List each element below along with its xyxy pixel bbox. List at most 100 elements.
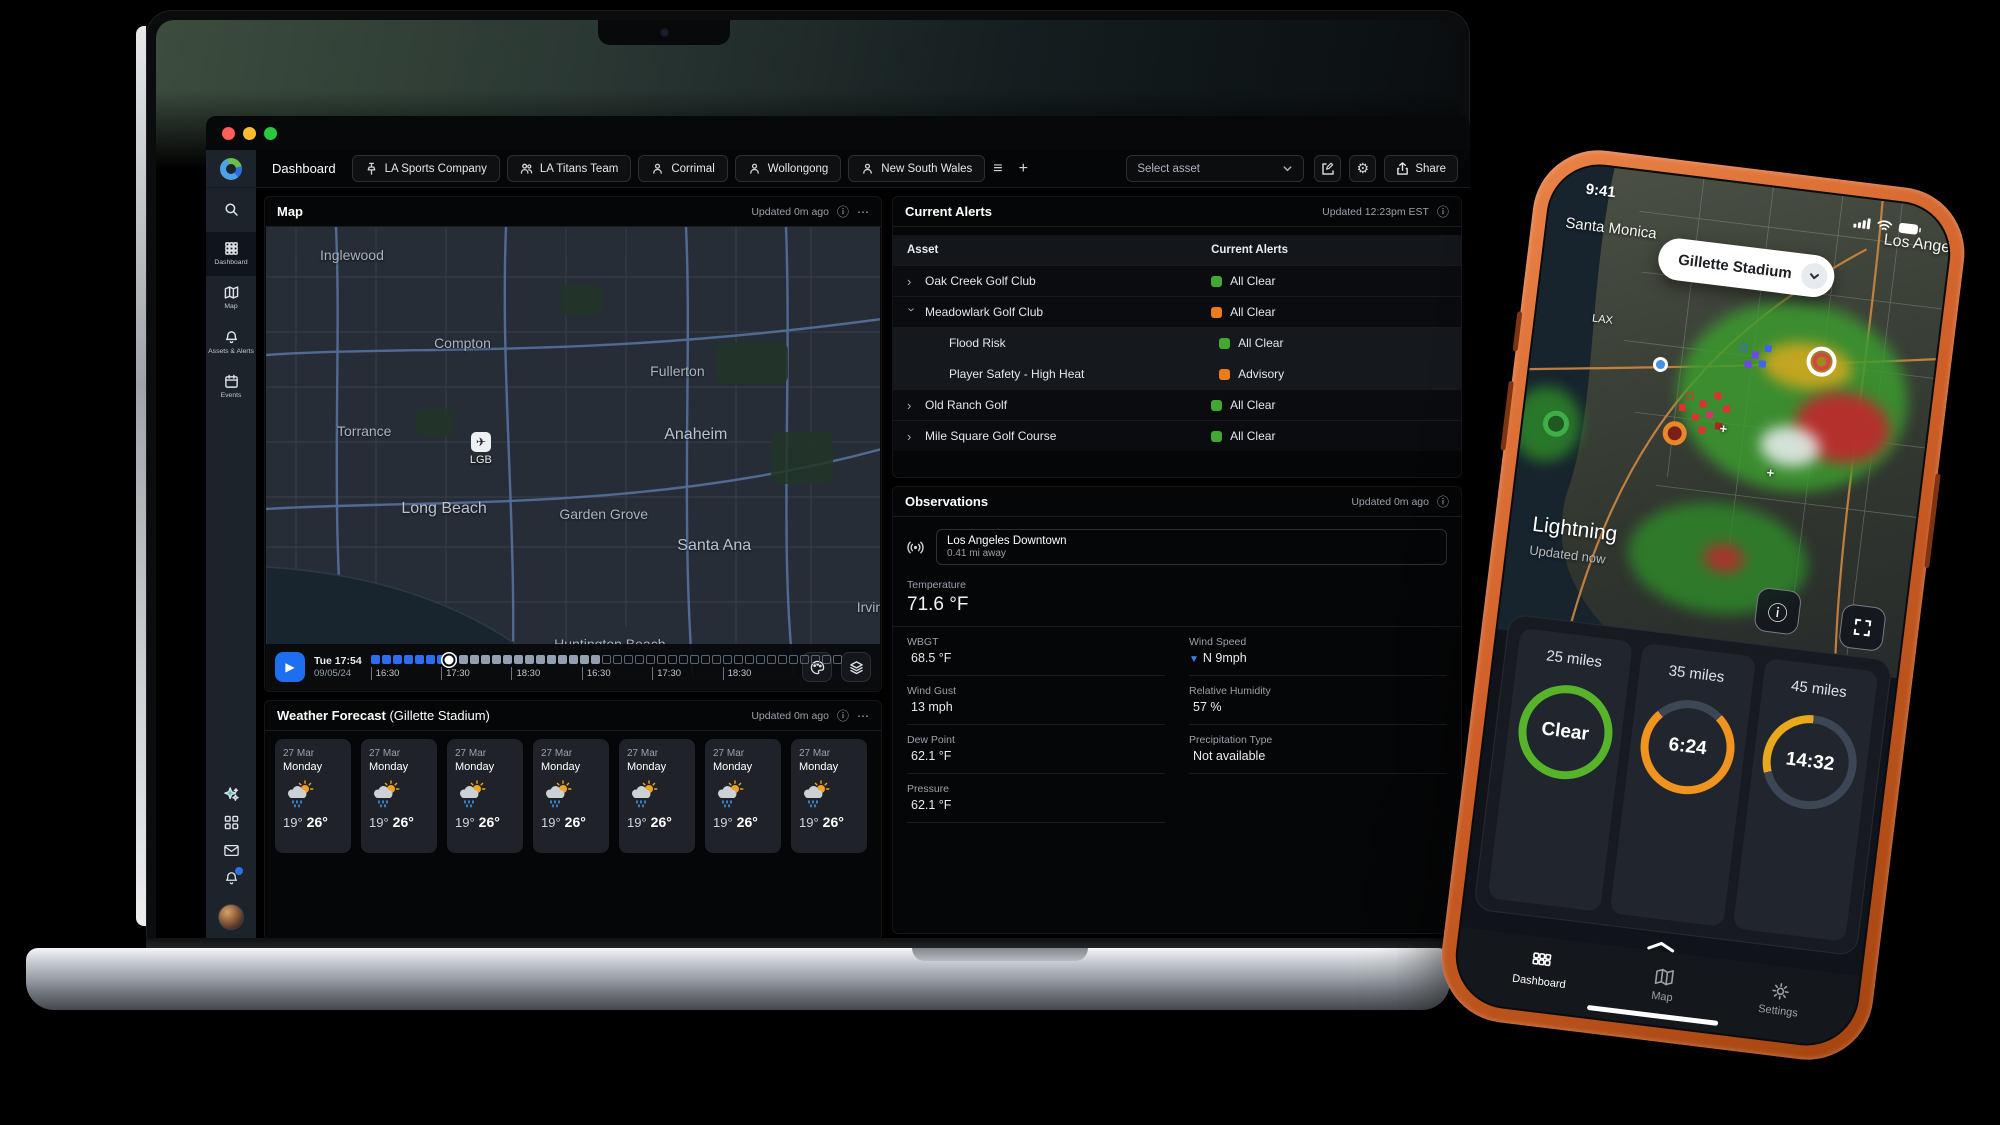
panel-menu-icon[interactable]: ⋯: [857, 709, 869, 723]
sidebar-item[interactable]: Events: [206, 365, 256, 409]
tab-overflow-menu-icon[interactable]: ≡: [985, 160, 1010, 178]
timeline-segment[interactable]: [547, 655, 556, 664]
timeline-segment[interactable]: [833, 655, 842, 664]
timeline-segment[interactable]: [657, 655, 666, 664]
minimize-window-button[interactable]: [243, 127, 256, 140]
alert-table-row[interactable]: › Mile Square Golf Course All Clear: [893, 420, 1461, 451]
mail-icon[interactable]: [224, 843, 239, 858]
sidebar-item[interactable]: Map: [206, 276, 256, 320]
timeline-segment[interactable]: [558, 655, 567, 664]
timeline-segment[interactable]: [426, 655, 435, 664]
info-icon[interactable]: ⓘ: [837, 203, 849, 220]
sidebar-item[interactable]: Assets & Alerts: [206, 321, 256, 365]
timeline-segment[interactable]: [415, 655, 424, 664]
timeline-segment[interactable]: [514, 655, 523, 664]
app-logo[interactable]: [206, 150, 256, 187]
forecast-day-card[interactable]: 27 Mar Monday: [361, 739, 437, 853]
sparkles-ai-icon[interactable]: [224, 787, 239, 802]
timeline-segment[interactable]: [679, 655, 688, 664]
timeline-segment[interactable]: [602, 655, 611, 664]
fullscreen-button[interactable]: [1838, 603, 1887, 652]
phone-nav-item[interactable]: Map: [1651, 966, 1677, 1004]
timeline-segment[interactable]: [371, 655, 380, 664]
forecast-day-card[interactable]: 27 Mar Monday: [619, 739, 695, 853]
edit-dashboard-button[interactable]: [1314, 155, 1341, 182]
alert-table-row[interactable]: › Old Ranch Golf All Clear: [893, 389, 1461, 420]
timeline-segment[interactable]: [503, 655, 512, 664]
user-avatar[interactable]: [218, 904, 244, 930]
timeline-play-button[interactable]: ▶: [275, 652, 305, 682]
timeline-segment[interactable]: [756, 655, 765, 664]
map-layers-button[interactable]: [841, 652, 871, 682]
asset-tab[interactable]: New South Wales: [848, 155, 985, 182]
lightning-range-card[interactable]: 45 miles 14:32: [1733, 658, 1879, 942]
timeline-segment[interactable]: [668, 655, 677, 664]
info-icon[interactable]: ⓘ: [1437, 203, 1449, 220]
timeline-position-marker[interactable]: [443, 653, 456, 666]
timeline-segment[interactable]: [734, 655, 743, 664]
panel-menu-icon[interactable]: ⋯: [857, 205, 869, 219]
alert-table-row[interactable]: › Player Safety - High Heat Advisory: [893, 358, 1461, 389]
forecast-day-card[interactable]: 27 Mar Monday: [275, 739, 351, 853]
lightning-range-card[interactable]: 25 miles Clear: [1488, 628, 1634, 912]
alert-table-row[interactable]: › Oak Creek Golf Club All Clear: [893, 265, 1461, 296]
row-expand-chevron-icon[interactable]: ›: [907, 274, 917, 289]
alert-table-row[interactable]: › Meadowlark Golf Club All Clear: [893, 296, 1461, 327]
timeline-segment[interactable]: [701, 655, 710, 664]
timeline-segment[interactable]: [525, 655, 534, 664]
zoom-window-button[interactable]: [264, 127, 277, 140]
settings-button[interactable]: ⚙: [1349, 155, 1376, 182]
timeline-segment[interactable]: [459, 655, 468, 664]
row-expand-chevron-icon[interactable]: ›: [907, 398, 917, 413]
share-button[interactable]: Share: [1384, 155, 1458, 182]
info-icon[interactable]: ⓘ: [1437, 493, 1449, 510]
close-window-button[interactable]: [222, 127, 235, 140]
timeline-segment[interactable]: [492, 655, 501, 664]
timeline-segment[interactable]: [811, 655, 820, 664]
map-viewport[interactable]: Inglewood Compton Fullerton Torrance Ana…: [266, 227, 880, 690]
timeline-segment[interactable]: [635, 655, 644, 664]
timeline-segment[interactable]: [393, 655, 402, 664]
forecast-day-card[interactable]: 27 Mar Monday: [447, 739, 523, 853]
airport-marker[interactable]: ✈ LGB: [470, 432, 492, 466]
timeline-segment[interactable]: [646, 655, 655, 664]
notifications-bell[interactable]: [224, 871, 239, 891]
phone-map-viewport[interactable]: + + 9:41: [1498, 161, 1957, 679]
info-icon[interactable]: ⓘ: [837, 707, 849, 724]
timeline-segment[interactable]: [382, 655, 391, 664]
row-expand-chevron-icon[interactable]: ›: [905, 307, 920, 317]
timeline-segment[interactable]: [624, 655, 633, 664]
timeline-segment[interactable]: [613, 655, 622, 664]
lightning-range-card[interactable]: 35 miles 6:24: [1610, 643, 1756, 927]
timeline-segment[interactable]: [822, 655, 831, 664]
timeline-segment[interactable]: [767, 655, 776, 664]
asset-tab[interactable]: LA Sports Company: [352, 155, 500, 182]
timeline-segment[interactable]: [723, 655, 732, 664]
alert-table-row[interactable]: › Flood Risk All Clear: [893, 327, 1461, 358]
row-expand-chevron-icon[interactable]: ›: [907, 429, 917, 444]
timeline-segment[interactable]: [778, 655, 787, 664]
map-info-button[interactable]: ⓘ: [1753, 587, 1802, 636]
apps-grid-icon[interactable]: [224, 815, 239, 830]
timeline-segment[interactable]: [569, 655, 578, 664]
timeline-segments[interactable]: [371, 655, 793, 665]
asset-tab[interactable]: LA Titans Team: [507, 155, 631, 182]
timeline-segment[interactable]: [745, 655, 754, 664]
add-tab-button[interactable]: +: [1011, 160, 1036, 178]
phone-nav-item[interactable]: Settings: [1758, 979, 1802, 1020]
select-asset-dropdown[interactable]: Select asset: [1126, 155, 1304, 182]
timeline-segment[interactable]: [690, 655, 699, 664]
timeline-segment[interactable]: [591, 655, 600, 664]
search-button[interactable]: [224, 202, 239, 222]
asset-tab[interactable]: Corrimal: [638, 155, 727, 182]
timeline-segment[interactable]: [712, 655, 721, 664]
timeline-segment[interactable]: [800, 655, 809, 664]
timeline-segment[interactable]: [470, 655, 479, 664]
sidebar-item[interactable]: Dashboard: [206, 232, 256, 276]
asset-tab[interactable]: Wollongong: [735, 155, 842, 182]
station-selector[interactable]: Los Angeles Downtown 0.41 mi away: [936, 529, 1447, 565]
forecast-day-card[interactable]: 27 Mar Monday: [791, 739, 867, 853]
timeline-segment[interactable]: [404, 655, 413, 664]
timeline-segment[interactable]: [481, 655, 490, 664]
forecast-day-card[interactable]: 27 Mar Monday: [533, 739, 609, 853]
